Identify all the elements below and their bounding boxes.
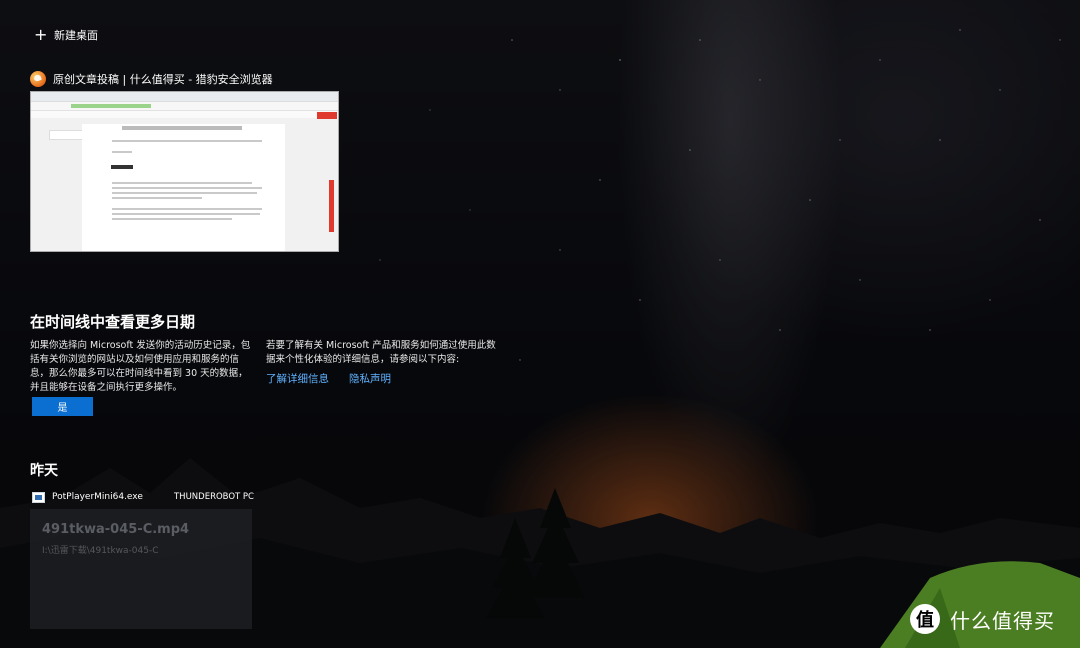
thumbnail-addressbar	[31, 102, 338, 111]
watermark-text: 什么值得买	[950, 608, 1055, 633]
thumbnail-tabbar	[31, 92, 338, 102]
learn-more-link[interactable]: 了解详细信息	[266, 371, 329, 386]
new-desktop-label: 新建桌面	[54, 29, 98, 42]
timeline-privacy-text: 若要了解有关 Microsoft 产品和服务如何通过使用此数据来个性化体验的详细…	[266, 340, 496, 365]
activity-card[interactable]: 491tkwa-045-C.mp4 I:\迅雷下载\491tkwa-045-C	[30, 509, 252, 629]
plus-icon: +	[34, 25, 48, 44]
window-thumbnail[interactable]	[30, 91, 339, 252]
activity-device-name: THUNDEROBOT PC	[173, 492, 254, 502]
timeline-prompt-title: 在时间线中查看更多日期	[30, 313, 196, 331]
activity-file-name: 491tkwa-045-C.mp4	[42, 522, 190, 537]
window-title: 原创文章投稿 | 什么值得买 - 猎豹安全浏览器	[53, 73, 273, 86]
thumbnail-page	[31, 112, 338, 251]
watermark: 值 什么值得买	[910, 604, 1055, 634]
potplayer-icon	[32, 491, 45, 503]
activity-file-path: I:\迅雷下载\491tkwa-045-C	[42, 546, 159, 556]
window-caption[interactable]: 原创文章投稿 | 什么值得买 - 猎豹安全浏览器	[30, 71, 273, 87]
smzdm-logo-icon: 值	[910, 604, 940, 634]
activity-header: PotPlayerMini64.exe THUNDEROBOT PC	[32, 490, 254, 504]
yes-button[interactable]: 是	[32, 397, 93, 416]
timeline-prompt-description: 如果你选择向 Microsoft 发送你的活动历史记录，包括有关你浏览的网站以及…	[30, 340, 251, 393]
yesterday-heading: 昨天	[30, 463, 58, 479]
privacy-statement-link[interactable]: 隐私声明	[349, 371, 391, 386]
activity-app-name: PotPlayerMini64.exe	[52, 492, 143, 502]
new-desktop-button[interactable]: + 新建桌面	[34, 27, 98, 43]
browser-icon	[30, 71, 46, 87]
